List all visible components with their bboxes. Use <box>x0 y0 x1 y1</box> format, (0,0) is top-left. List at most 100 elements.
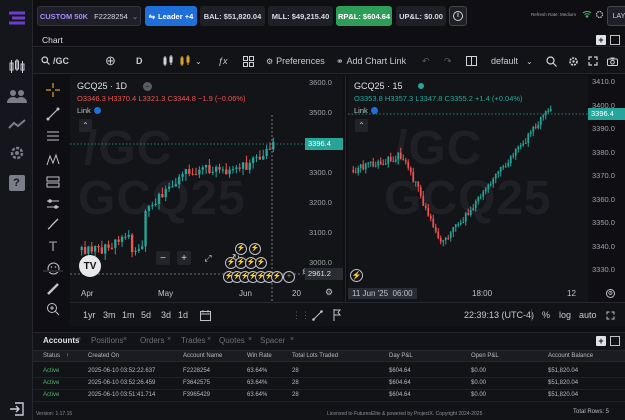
brush-icon[interactable] <box>43 214 63 234</box>
tab-close-icon[interactable]: × <box>77 336 81 343</box>
trade-event-icon[interactable]: ⚡ <box>271 271 283 283</box>
pattern-icon[interactable] <box>43 150 63 170</box>
interval-button[interactable]: D <box>136 48 143 74</box>
fullscreen-icon[interactable] <box>588 48 598 74</box>
trending-icon[interactable] <box>4 113 29 135</box>
marker-flag-icon[interactable] <box>332 303 342 327</box>
collapse-legend-chevron-icon-right[interactable]: ⌃ <box>355 119 368 132</box>
column-header[interactable]: Status <box>43 353 60 359</box>
price-axis-15m[interactable]: 3410.0 3400.0 3390.0 3380.0 3370.0 3360.0 3350… <box>588 75 625 302</box>
maximize-icon[interactable] <box>610 35 620 45</box>
gear-icon[interactable] <box>594 9 604 19</box>
chart-settings-icon[interactable] <box>568 48 579 74</box>
tab-positions[interactable]: Positions <box>91 336 123 345</box>
pane-divider[interactable] <box>345 75 346 302</box>
range-3m-button[interactable]: 3m <box>103 303 116 327</box>
expand-icon[interactable] <box>606 303 615 327</box>
log-toggle[interactable]: log <box>559 303 571 327</box>
percent-toggle[interactable]: % <box>542 303 550 327</box>
tab-spacer[interactable]: Spacer <box>260 336 285 345</box>
drag-handle-icon[interactable]: ⋮⋮ <box>292 303 310 327</box>
range-1d-button[interactable]: 1d <box>178 303 188 327</box>
price-axis-daily[interactable]: 3600.03500.03400.03300.03200.03100.03000… <box>305 75 343 302</box>
tab-orders[interactable]: Orders <box>140 336 164 345</box>
range-3d-button[interactable]: 3d <box>161 303 171 327</box>
column-header[interactable]: Account Balance <box>548 353 593 359</box>
tab-trades[interactable]: Trades <box>181 336 206 345</box>
symbol-search[interactable]: /GC <box>41 48 69 74</box>
trade-event-icon[interactable]: ⚡ <box>350 269 363 282</box>
layout-button[interactable]: LAY <box>607 6 625 26</box>
tab-close-icon[interactable]: × <box>248 336 252 343</box>
measure-icon[interactable] <box>43 194 63 214</box>
tab-close-icon[interactable]: × <box>290 336 294 343</box>
bar-type-icon[interactable] <box>179 48 191 74</box>
quick-search-icon[interactable] <box>546 48 557 74</box>
time-axis-15m[interactable]: 11 Jun '25 06:00 18:00 12 <box>348 288 588 301</box>
zoom-out-button[interactable]: − <box>156 251 170 265</box>
trade-event-icon[interactable]: ⚡ <box>249 243 261 255</box>
tab-accounts[interactable]: Accounts <box>43 336 79 345</box>
trade-event-icon[interactable]: ⚡ <box>255 257 267 269</box>
range-1m-button[interactable]: 1m <box>122 303 135 327</box>
link-indicator-right[interactable]: Link <box>354 106 378 115</box>
tab-quotes[interactable]: Quotes <box>219 336 245 345</box>
zoom-in-icon[interactable] <box>43 299 63 319</box>
text-tool-icon[interactable]: T <box>43 236 63 256</box>
chart-pane-daily[interactable]: /GC GCQ25 GCQ25 · 1D – O3346.3 H3370.4 L… <box>70 75 343 302</box>
column-header[interactable]: Total Lots Traded <box>292 353 338 359</box>
users-icon[interactable] <box>4 85 29 107</box>
link-indicator[interactable]: Link <box>77 106 101 115</box>
collapse-legend-chevron-icon[interactable]: ⌃ <box>79 119 92 132</box>
layout-grid-icon[interactable] <box>466 48 477 74</box>
trade-event-icon[interactable]: + <box>283 271 295 283</box>
intraday-candles-chart[interactable] <box>348 75 588 302</box>
range-1yr-button[interactable]: 1yr <box>83 303 96 327</box>
zoom-in-button[interactable]: + <box>177 251 191 265</box>
ruler-icon[interactable] <box>43 279 63 299</box>
date-range-calendar-icon[interactable] <box>200 303 211 327</box>
add-chart-link-button[interactable]: ⚭ Add Chart Link <box>336 48 406 74</box>
indicators-icon[interactable]: ƒx <box>218 48 228 74</box>
trend-line-icon[interactable] <box>43 104 63 124</box>
prediction-icon[interactable] <box>43 172 63 192</box>
chart-pane-15m[interactable]: /GC GCQ25 GCQ25 · 15 O3353.8 H3357.3 L33… <box>348 75 588 302</box>
column-header[interactable]: Win Rate <box>247 353 272 359</box>
redo-icon[interactable]: ↷ <box>444 48 452 74</box>
tab-close-icon[interactable]: × <box>207 336 211 343</box>
collapse-icon[interactable]: – <box>143 82 152 91</box>
draw-line-icon[interactable] <box>312 303 323 327</box>
tab-close-icon[interactable]: × <box>123 336 127 343</box>
auto-toggle[interactable]: auto <box>579 303 597 327</box>
trade-event-icon[interactable]: ⚡ <box>235 243 247 255</box>
column-header[interactable]: Day P&L <box>389 353 413 359</box>
leader-button[interactable]: ⇋ Leader +4 <box>145 6 197 26</box>
column-header[interactable]: Account Name <box>183 353 222 359</box>
fib-retracement-icon[interactable] <box>43 126 63 146</box>
add-panel-icon-accounts[interactable]: + <box>596 336 606 346</box>
logout-icon[interactable] <box>4 398 29 420</box>
account-selector[interactable]: CUSTOM 50K F2228254 ⌄ <box>37 6 141 26</box>
maximize-icon-accounts[interactable] <box>610 336 620 346</box>
chart-candles-icon[interactable] <box>4 55 29 77</box>
crosshair-icon[interactable] <box>43 80 63 100</box>
preferences-button[interactable]: ⚙ Preferences <box>266 48 325 74</box>
sort-asc-icon[interactable]: ↑ <box>66 353 69 359</box>
range-5d-button[interactable]: 5d <box>141 303 151 327</box>
reset-zoom-icon[interactable]: ⤢ <box>201 251 215 265</box>
time-axis-settings-icon[interactable]: ⚙ <box>325 287 333 298</box>
templates-icon[interactable] <box>243 48 254 74</box>
add-panel-icon[interactable]: + <box>596 35 606 45</box>
app-logo-icon[interactable] <box>4 8 29 30</box>
compare-plus-icon[interactable]: ⊕ <box>105 48 116 74</box>
candles-type-icon[interactable] <box>162 48 174 74</box>
layout-dropdown[interactable]: default ⌄ <box>491 48 533 74</box>
emoji-icon[interactable] <box>43 258 63 278</box>
time-axis-settings-icon-right[interactable]: ⚙ <box>606 289 615 298</box>
undo-icon[interactable]: ↶ <box>422 48 430 74</box>
column-header[interactable]: Created On <box>88 353 119 359</box>
camera-icon[interactable] <box>607 48 618 74</box>
column-header[interactable]: Open P&L <box>471 353 499 359</box>
chart-type-chevron-icon[interactable]: ⌄ <box>195 48 202 74</box>
info-icon[interactable]: i <box>449 6 467 26</box>
